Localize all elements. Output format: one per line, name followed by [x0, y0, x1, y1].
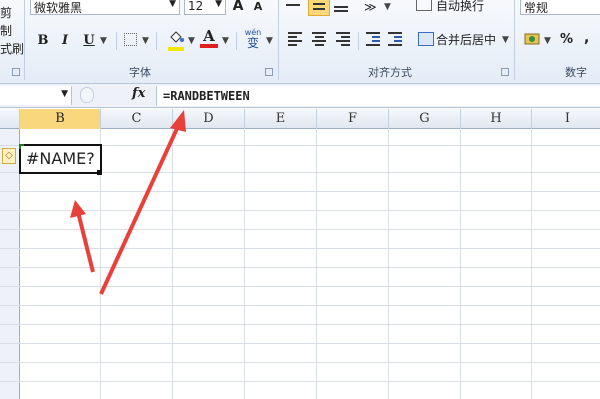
annotation-arrows: [70, 110, 186, 295]
arrowhead-icon: [170, 110, 186, 132]
arrow-to-formula: [99, 121, 182, 295]
arrow-to-cell: [76, 211, 95, 273]
arrowhead-icon: [70, 200, 86, 218]
